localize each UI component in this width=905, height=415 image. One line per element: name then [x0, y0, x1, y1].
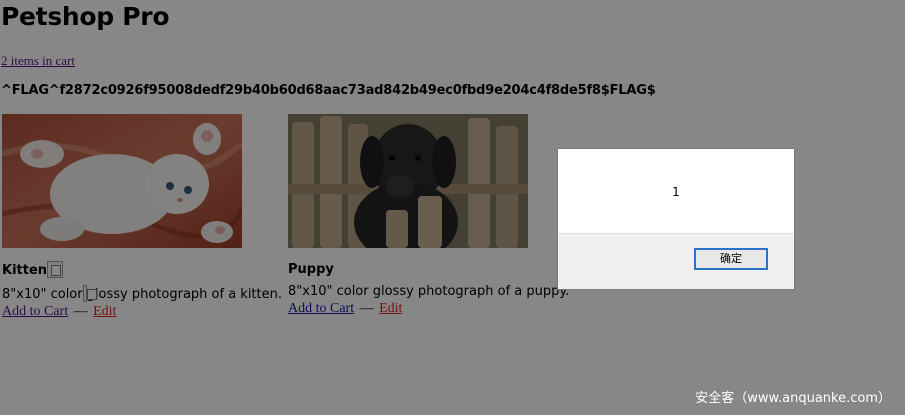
alert-dialog: 1 确定	[557, 148, 795, 290]
ok-button[interactable]: 确定	[694, 248, 768, 270]
alert-message: 1	[672, 185, 680, 199]
alert-footer: 确定	[558, 233, 794, 289]
watermark: 安全客（www.anquanke.com）	[695, 391, 891, 406]
